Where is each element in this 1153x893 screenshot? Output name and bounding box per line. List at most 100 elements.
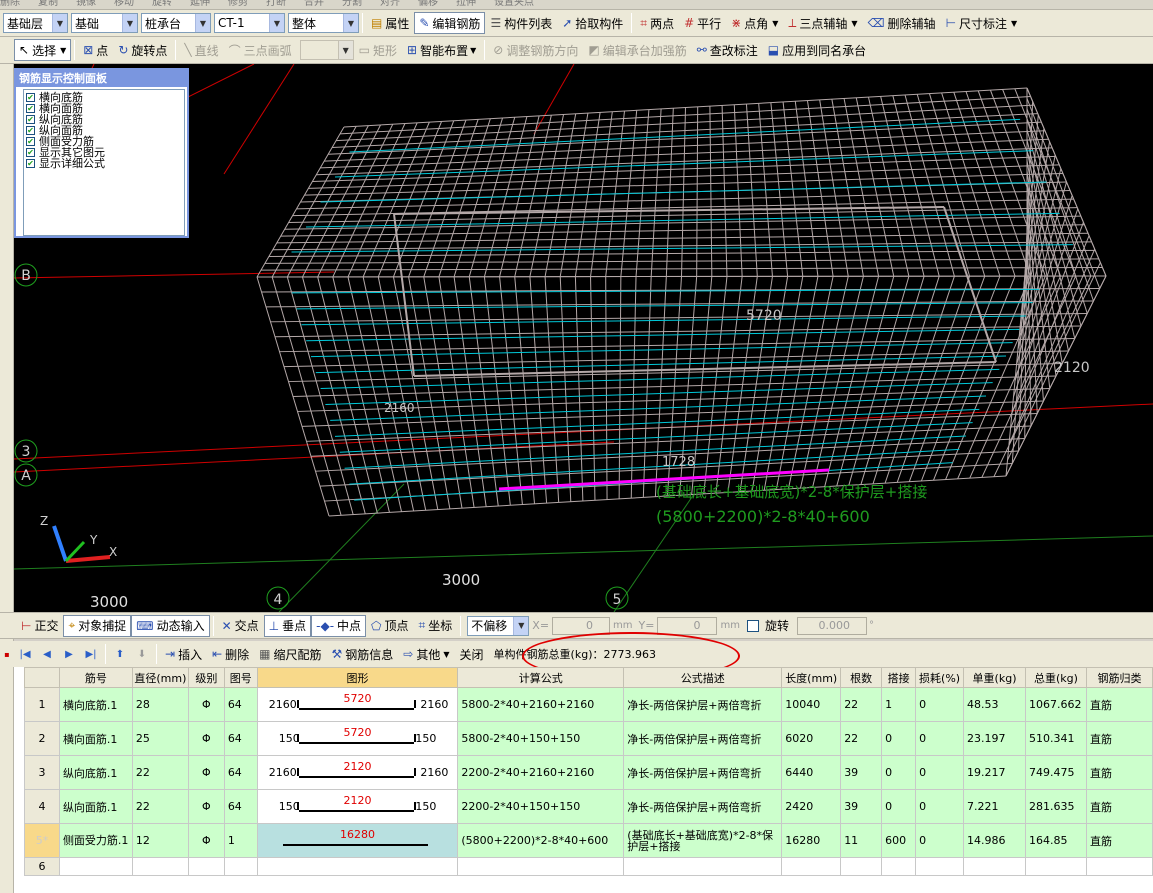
cell-name[interactable]: 侧面受力筋.1 [58,823,133,858]
three-point-axis-button[interactable]: ⟂ 三点辅轴 ▼ [783,12,862,34]
cell-figure-no[interactable]: 64 [223,755,258,790]
cell-category[interactable]: 直筋 [1085,755,1153,790]
panel-title[interactable]: 钢筋显示控制面板 [16,70,187,87]
smart-layout-button[interactable]: ⊞ 智能布置 ▼ [402,39,481,61]
header-cell[interactable]: 直径(mm) [131,667,189,688]
row-number[interactable]: 6 [24,857,60,876]
empty-cell[interactable] [781,857,842,876]
header-cell[interactable]: 根数 [840,667,883,688]
cell-unit-weight[interactable]: 14.986 [963,823,1026,858]
point-angle-button[interactable]: ⋇ 点角 ▼ [726,12,783,34]
cell-lap[interactable]: 0 [881,721,917,756]
unit-select[interactable]: 整体 ▼ [288,13,359,33]
dimension-button[interactable]: ⊢ 尺寸标注 ▼ [941,12,1023,34]
type-select[interactable]: 桩承台 ▼ [141,13,211,33]
row-number[interactable]: 2 [24,721,60,756]
cell-description[interactable]: 净长-两倍保护层+两倍弯折 [623,721,783,756]
table-row[interactable]: 1 横向底筋.1 28 Φ 64 2160 5720 2160 5800-2*40+… [24,687,1153,722]
cell-shape[interactable]: 2160 2120 2160 [256,755,459,790]
object-snap-button[interactable]: ⌖ 对象捕捉 [63,614,132,637]
y-input[interactable]: 0 [657,616,718,635]
line-button[interactable]: ╲ 直线 [179,39,223,61]
clipped-toolbar-label[interactable]: 合并 [304,0,324,8]
cell-description[interactable]: 净长-两倍保护层+两倍弯折 [623,789,783,824]
checkbox-show-formula[interactable]: ✔ 显示详细公式 [26,158,182,169]
cell-diameter[interactable]: 22 [131,755,189,790]
rotate-point-button[interactable]: ↻ 旋转点 [113,39,172,61]
cell-grade[interactable]: Φ [187,721,225,756]
x-input[interactable]: 0 [552,616,611,635]
clipped-toolbar-label[interactable]: 对齐 [380,0,400,8]
offset-mode-select[interactable]: 不偏移 ▼ [467,615,530,636]
cell-total-weight[interactable]: 164.85 [1024,823,1087,858]
cell-loss[interactable]: 0 [915,687,965,722]
cell-description[interactable]: (基础底长+基础底宽)*2-8*保护层+搭接 [623,823,783,858]
empty-cell[interactable] [457,857,625,876]
cell-length[interactable]: 6020 [781,721,842,756]
empty-cell[interactable] [881,857,917,876]
cell-total-weight[interactable]: 510.341 [1024,721,1087,756]
element-list-button[interactable]: ☰ 构件列表 [485,12,557,34]
header-cell[interactable]: 级别 [187,667,225,688]
cell-unit-weight[interactable]: 48.53 [963,687,1026,722]
clipped-toolbar-label[interactable]: 偏移 [418,0,438,8]
empty-cell[interactable] [58,857,133,876]
header-cell[interactable]: 图号 [223,667,258,688]
adjust-direction-button[interactable]: ⊘ 调整钢筋方向 [488,39,583,61]
check-label-button[interactable]: ⚯ 查改标注 [692,39,763,61]
cell-lap[interactable]: 0 [881,789,917,824]
table-row[interactable]: 3 纵向底筋.1 22 Φ 64 2160 2120 2160 2200-2*40+… [24,755,1153,790]
pick-element-button[interactable]: ➚ 拾取构件 [557,12,628,34]
clipped-toolbar-label[interactable]: 移动 [114,0,134,8]
header-cell[interactable]: 图形 [256,667,459,688]
cell-formula[interactable]: 5800-2*40+2160+2160 [457,687,625,722]
clipped-toolbar-label[interactable]: 旋转 [152,0,172,8]
row-number[interactable]: 4 [24,789,60,824]
other-menu-button[interactable]: ⇨ 其他 ▼ [398,643,454,665]
cell-category[interactable]: 直筋 [1085,721,1153,756]
rebar-info-button[interactable]: ⚒ 钢筋信息 [327,643,399,665]
next-record-icon[interactable]: ▶ [58,644,80,664]
edit-rebar-button[interactable]: ✎ 编辑钢筋 [414,12,486,34]
cell-shape[interactable]: 150 5720 150 [256,721,459,756]
rotate-checkbox[interactable] [746,619,759,632]
row-number[interactable]: 3 [24,755,60,790]
table-row-selected[interactable]: 5* 侧面受力筋.1 12 Φ 1 16280 (5800+2200)*2-8*… [24,823,1153,858]
cell-length[interactable]: 2420 [781,789,842,824]
previous-record-icon[interactable]: ◀ [36,644,58,664]
parallel-button[interactable]: # 平行 [679,12,726,34]
cell-diameter[interactable]: 12 [131,823,189,858]
cell-description[interactable]: 净长-两倍保护层+两倍弯折 [623,755,783,790]
cell-grade[interactable]: Φ [187,687,225,722]
empty-cell[interactable] [1085,857,1153,876]
clipped-toolbar-label[interactable]: 设置夹点 [494,0,534,8]
empty-cell[interactable] [963,857,1026,876]
cell-name[interactable]: 纵向面筋.1 [58,789,133,824]
floor-select[interactable]: 基础层 ▼ [3,13,68,33]
cell-length[interactable]: 10040 [781,687,842,722]
cell-shape[interactable]: 16280 [256,823,459,858]
cell-figure-no[interactable]: 64 [223,789,258,824]
two-points-button[interactable]: ⌗ 两点 [635,12,679,34]
cell-description[interactable]: 净长-两倍保护层+两倍弯折 [623,687,783,722]
arc3-button[interactable]: ⌒ 三点画弧 [224,39,297,61]
header-cell[interactable]: 计算公式 [457,667,625,688]
close-panel-icon[interactable]: ▪ [0,650,14,659]
cell-diameter[interactable]: 22 [131,789,189,824]
cell-lap[interactable]: 1 [881,687,917,722]
cell-category[interactable]: 直筋 [1085,789,1153,824]
header-cell[interactable]: 损耗(%) [915,667,965,688]
vertex-button[interactable]: ⬠ 顶点 [366,615,413,637]
header-cell[interactable]: 单重(kg) [963,667,1026,688]
header-cell[interactable]: 搭接 [881,667,917,688]
empty-cell[interactable] [623,857,783,876]
check-icon[interactable]: ✔ [26,115,35,124]
check-icon[interactable]: ✔ [26,159,35,168]
cell-formula[interactable]: 2200-2*40+150+150 [457,789,625,824]
table-row[interactable]: 4 纵向面筋.1 22 Φ 64 150 2120 150 2200-2*40+15… [24,789,1153,824]
cell-formula[interactable]: (5800+2200)*2-8*40+600 [457,823,625,858]
empty-cell[interactable] [915,857,965,876]
check-icon[interactable]: ✔ [26,126,35,135]
cell-formula[interactable]: 2200-2*40+2160+2160 [457,755,625,790]
cell-diameter[interactable]: 25 [131,721,189,756]
